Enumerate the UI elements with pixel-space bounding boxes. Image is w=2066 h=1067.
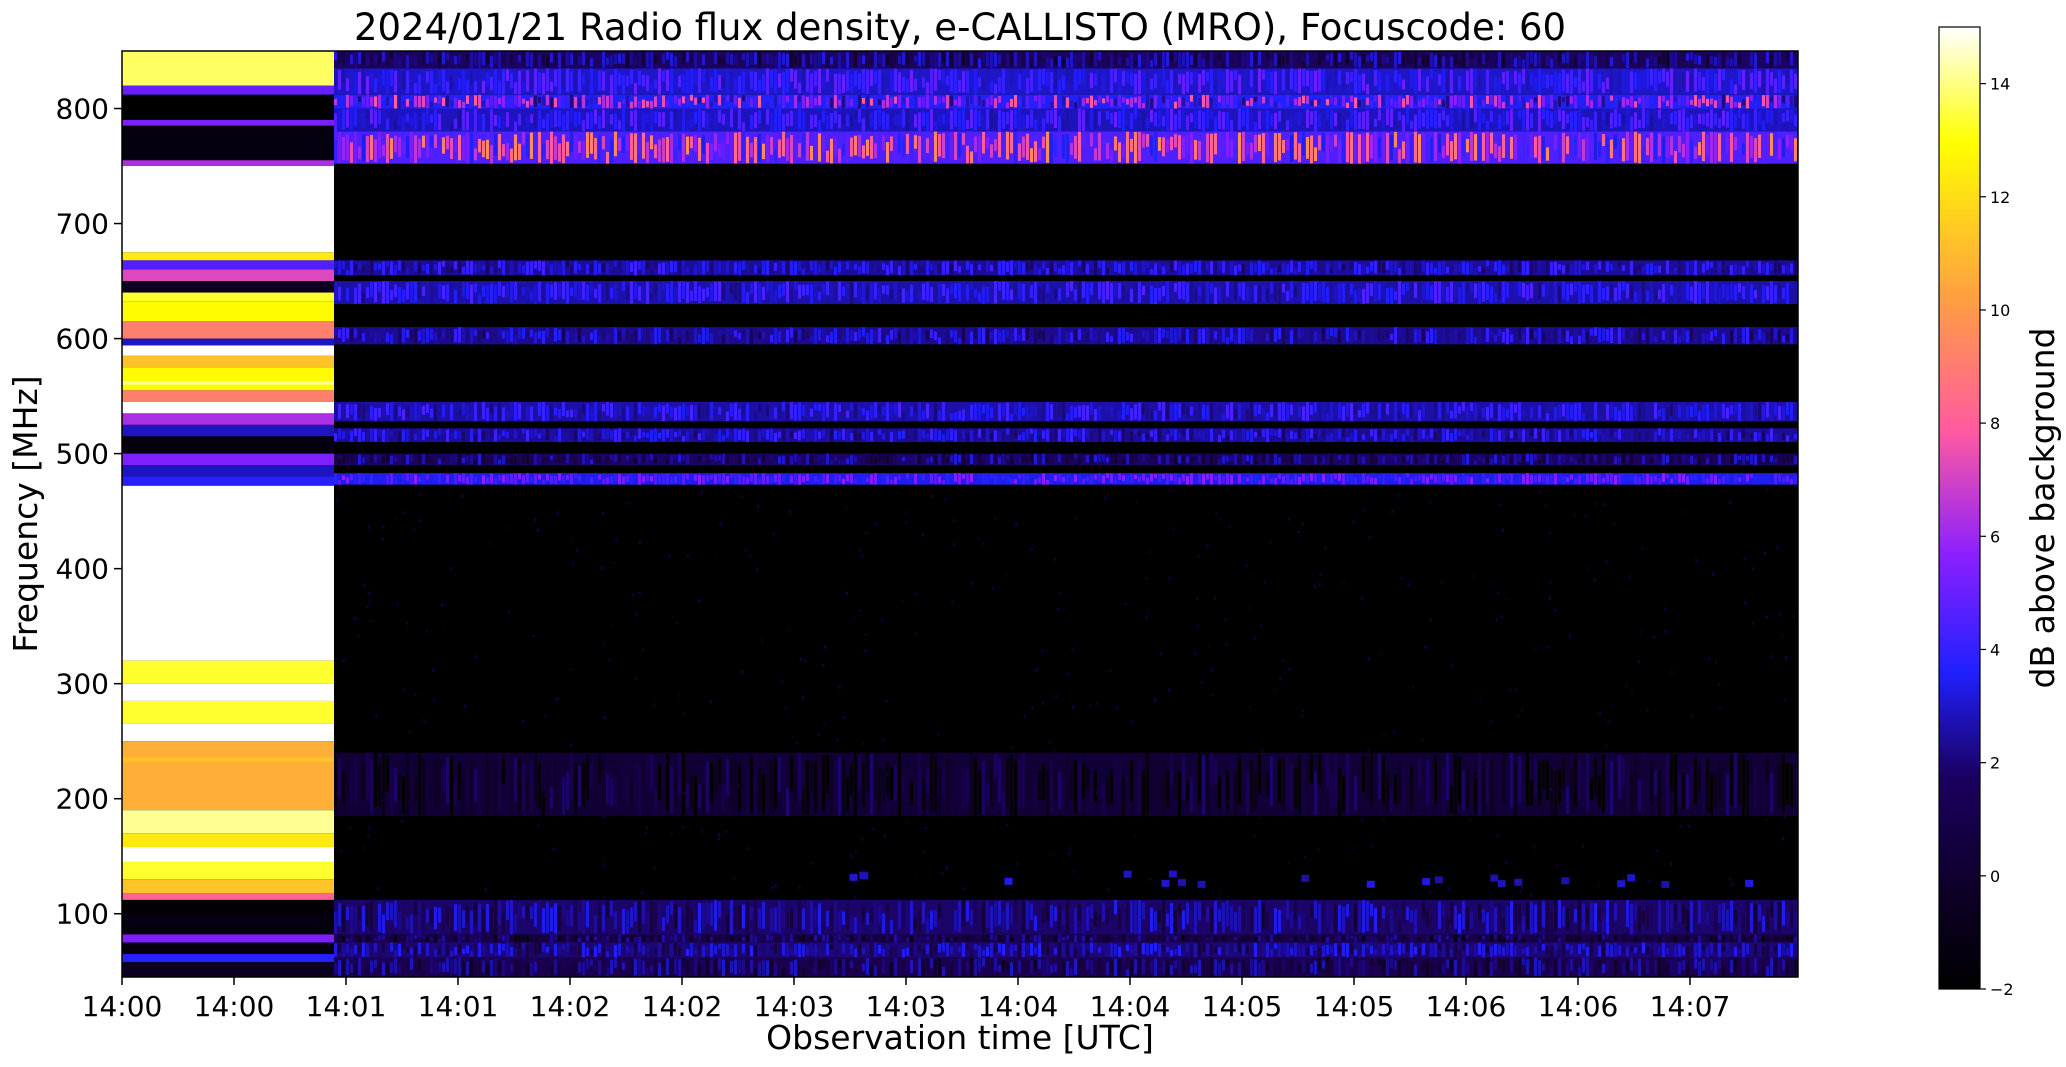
y-tick-label: 800 bbox=[56, 93, 109, 126]
start-block-stripe bbox=[122, 338, 334, 346]
start-block-stripe bbox=[122, 321, 334, 339]
colorbar-tick-label: 8 bbox=[1990, 414, 2000, 433]
start-block-stripe bbox=[122, 847, 334, 862]
x-tick-label: 14:06 bbox=[1538, 990, 1619, 1023]
start-block-stripe bbox=[122, 861, 334, 880]
y-tick-label: 300 bbox=[56, 668, 109, 701]
colorbar-tick-label: 10 bbox=[1990, 301, 2010, 320]
y-tick-label: 700 bbox=[56, 208, 109, 241]
start-block-stripe bbox=[122, 355, 334, 368]
x-tick-label: 14:01 bbox=[306, 990, 387, 1023]
start-block-stripe bbox=[122, 252, 334, 261]
start-block-stripe bbox=[122, 723, 334, 742]
start-block-stripe bbox=[122, 436, 334, 454]
start-block-stripe bbox=[122, 453, 334, 466]
start-block-stripe bbox=[122, 269, 334, 282]
start-block-stripe bbox=[122, 133, 334, 161]
colorbar-tick-label: 12 bbox=[1990, 188, 2010, 207]
x-tick-label: 14:00 bbox=[82, 990, 163, 1023]
start-block-stripe bbox=[122, 166, 334, 253]
start-block-stripe bbox=[122, 381, 334, 385]
start-block-stripe bbox=[122, 833, 334, 848]
start-block-stripe bbox=[122, 934, 334, 943]
colorbar-gradient bbox=[1938, 26, 1981, 990]
x-axis: 14:00 14:00 14:01 14:01 14:02 14:02 14:03 14:03… bbox=[82, 977, 1731, 1023]
start-block-stripe bbox=[122, 741, 334, 811]
start-block-stripe bbox=[122, 700, 334, 724]
colorbar-label: dB above background bbox=[2023, 328, 2062, 689]
start-block-stripe bbox=[122, 683, 334, 701]
x-tick-label: 14:07 bbox=[1650, 990, 1731, 1023]
start-block-stripe bbox=[122, 913, 334, 935]
colorbar-tick-label: −2 bbox=[1990, 980, 2014, 999]
colorbar-tick-label: 2 bbox=[1990, 754, 2000, 773]
start-block-stripe bbox=[122, 281, 334, 293]
colorbar-ticks: −2 0 2 4 6 8 10 12 14 bbox=[1980, 75, 2014, 999]
colorbar-tick-label: 0 bbox=[1990, 867, 2000, 886]
start-block-stripe bbox=[122, 893, 334, 900]
start-block-stripe bbox=[122, 476, 334, 486]
start-block-stripe bbox=[122, 757, 334, 762]
x-tick-label: 14:05 bbox=[1314, 990, 1395, 1023]
start-block-stripe bbox=[122, 85, 334, 95]
y-tick-label: 200 bbox=[56, 783, 109, 816]
chart-title: 2024/01/21 Radio flux density, e-CALLIST… bbox=[354, 6, 1566, 49]
plot-area bbox=[121, 50, 1799, 978]
y-axis: 100 200 300 400 500 600 700 800 bbox=[56, 93, 122, 931]
y-axis-label: Frequency [MHz] bbox=[6, 375, 45, 652]
start-block-stripe bbox=[122, 942, 334, 954]
start-block-stripe bbox=[122, 899, 334, 914]
x-tick-label: 14:01 bbox=[418, 990, 499, 1023]
figure: 2024/01/21 Radio flux density, e-CALLIST… bbox=[6, 6, 2062, 1057]
x-tick-label: 14:02 bbox=[530, 990, 611, 1023]
y-tick-label: 400 bbox=[56, 553, 109, 586]
colorbar: −2 0 2 4 6 8 10 12 14 dB above background bbox=[1938, 26, 2062, 999]
y-tick-label: 100 bbox=[56, 898, 109, 931]
start-block-stripe bbox=[122, 810, 334, 834]
x-tick-label: 14:00 bbox=[194, 990, 275, 1023]
start-block-stripe bbox=[122, 94, 334, 121]
start-block-stripe bbox=[122, 660, 334, 684]
start-block-stripe bbox=[122, 879, 334, 894]
colorbar-tick-label: 4 bbox=[1990, 640, 2000, 659]
start-block-stripe bbox=[122, 557, 334, 562]
x-tick-label: 14:02 bbox=[642, 990, 723, 1023]
start-block-stripe bbox=[122, 51, 334, 86]
start-block-stripe bbox=[122, 125, 334, 134]
y-tick-label: 500 bbox=[56, 438, 109, 471]
colorbar-tick-label: 14 bbox=[1990, 75, 2010, 94]
start-block-stripe bbox=[122, 367, 334, 391]
start-block-stripe bbox=[122, 120, 334, 126]
start-block-stripe bbox=[122, 292, 334, 302]
start-block-stripe bbox=[122, 345, 334, 356]
x-axis-label: Observation time [UTC] bbox=[766, 1018, 1154, 1057]
start-block-stripe bbox=[122, 485, 334, 661]
plot-background bbox=[122, 51, 1798, 977]
start-block-stripe bbox=[122, 390, 334, 402]
start-block-stripe bbox=[122, 413, 334, 425]
x-tick-label: 14:05 bbox=[1202, 990, 1283, 1023]
colorbar-tick-label: 6 bbox=[1990, 527, 2000, 546]
start-block-stripe bbox=[122, 401, 334, 414]
start-block-stripe bbox=[122, 424, 334, 437]
start-block-stripe bbox=[122, 260, 334, 270]
start-block-stripe bbox=[122, 160, 334, 167]
x-tick-label: 14:06 bbox=[1426, 990, 1507, 1023]
y-tick-label: 600 bbox=[56, 323, 109, 356]
start-block-stripe bbox=[122, 962, 334, 977]
start-block-stripe bbox=[122, 465, 334, 477]
start-block-stripe bbox=[122, 301, 334, 322]
start-block-stripe bbox=[122, 953, 334, 963]
